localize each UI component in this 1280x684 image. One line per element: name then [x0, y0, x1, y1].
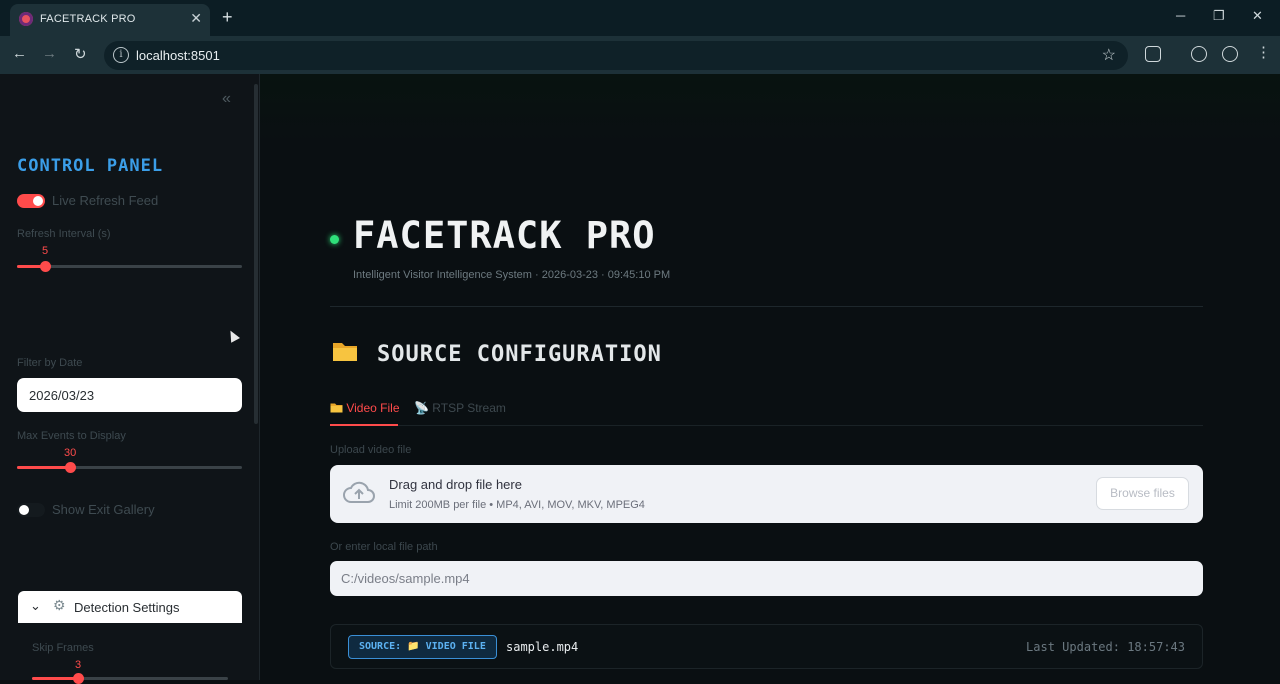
refresh-interval-thumb[interactable] — [40, 261, 51, 272]
filter-date-value[interactable]: 2026/03/23 — [29, 388, 94, 403]
cloud-upload-icon — [343, 481, 375, 503]
browser-tab-bar: FACETRACK PRO ✕ + ─ ❐ ✕ — [0, 0, 1280, 36]
section-title: SOURCE CONFIGURATION — [377, 342, 662, 367]
extension-icon[interactable] — [1191, 46, 1207, 62]
reload-icon[interactable]: ↻ — [74, 45, 87, 63]
forward-arrow-icon[interactable]: → — [42, 45, 57, 62]
detection-settings-expander[interactable]: ⌄ ⚙ Detection Settings — [18, 591, 242, 623]
satellite-icon: 📡 — [414, 401, 429, 415]
header-divider — [330, 306, 1203, 307]
refresh-interval-value: 5 — [42, 245, 49, 257]
skip-frames-value: 3 — [75, 659, 82, 671]
dropzone-title: Drag and drop file here — [389, 477, 522, 492]
browser-toolbar: ← → ↻ i localhost:8501 ☆ ⋮ — [0, 36, 1280, 74]
filter-date-input[interactable]: 2026/03/23 — [17, 378, 242, 412]
tab-close-icon[interactable]: ✕ — [190, 10, 202, 27]
tab-rtsp-stream[interactable]: 📡 RTSP Stream — [414, 401, 506, 415]
file-path-input[interactable]: C:/videos/sample.mp4 — [330, 561, 1203, 596]
refresh-interval-label: Refresh Interval (s) — [17, 228, 111, 240]
profile-icon[interactable] — [1222, 46, 1238, 62]
tab-title: FACETRACK PRO — [40, 13, 136, 25]
tabs-underline — [330, 425, 1203, 426]
upload-label: Upload video file — [330, 444, 412, 456]
browse-files-button[interactable]: Browse files — [1096, 477, 1189, 510]
exit-gallery-toggle[interactable] — [17, 503, 45, 517]
source-filename: sample.mp4 — [506, 640, 579, 654]
browser-menu-icon[interactable]: ⋮ — [1256, 43, 1271, 61]
skip-frames-label: Skip Frames — [32, 642, 94, 654]
app-favicon-icon — [19, 12, 33, 26]
window-close-button[interactable]: ✕ — [1252, 8, 1263, 24]
back-arrow-icon[interactable]: ← — [12, 45, 27, 62]
live-refresh-toggle[interactable] — [17, 194, 45, 208]
window-maximize-button[interactable]: ❐ — [1213, 8, 1225, 24]
exit-gallery-label: Show Exit Gallery — [52, 502, 155, 517]
skip-frames-thumb[interactable] — [73, 673, 84, 684]
folder-icon — [333, 343, 357, 361]
file-path-value[interactable]: C:/videos/sample.mp4 — [341, 571, 470, 586]
sidebar: « CONTROL PANEL Live Refresh Feed Refres… — [0, 74, 260, 684]
page-subtitle: Intelligent Visitor Intelligence System … — [353, 269, 671, 281]
refresh-interval-slider[interactable] — [17, 261, 242, 272]
path-label: Or enter local file path — [330, 541, 438, 553]
filter-date-label: Filter by Date — [17, 357, 83, 369]
chevron-down-icon: ⌄ — [30, 598, 41, 613]
tab-rtsp-stream-label: RTSP Stream — [432, 401, 506, 415]
screen-search-icon[interactable] — [1145, 46, 1161, 62]
file-dropzone[interactable]: Drag and drop file here Limit 200MB per … — [330, 465, 1203, 523]
control-panel-title: CONTROL PANEL — [17, 156, 164, 176]
folder-icon — [330, 403, 343, 413]
main-content: FACETRACK PRO Intelligent Visitor Intell… — [260, 74, 1280, 680]
detection-settings-label: Detection Settings — [74, 600, 180, 615]
tab-video-file-label: Video File — [346, 401, 400, 415]
live-status-dot — [330, 235, 339, 244]
url-text[interactable]: localhost:8501 — [136, 48, 220, 63]
max-events-value: 30 — [64, 447, 77, 459]
source-status-bar: SOURCE: 📁 VIDEO FILE sample.mp4 Last Upd… — [330, 624, 1203, 669]
source-badge: SOURCE: 📁 VIDEO FILE — [348, 635, 497, 659]
address-bar[interactable]: i localhost:8501 ☆ — [104, 41, 1128, 70]
max-events-slider[interactable] — [17, 462, 242, 473]
last-updated-text: Last Updated: 18:57:43 — [1026, 640, 1185, 654]
sidebar-scrollbar[interactable] — [254, 84, 258, 424]
collapse-sidebar-icon[interactable]: « — [222, 90, 231, 108]
header-glow — [260, 74, 1280, 144]
max-events-label: Max Events to Display — [17, 430, 126, 442]
site-info-icon[interactable]: i — [113, 47, 129, 63]
page-title: FACETRACK PRO — [353, 214, 656, 257]
dropzone-limits: Limit 200MB per file • MP4, AVI, MOV, MK… — [389, 499, 645, 511]
bookmark-star-icon[interactable]: ☆ — [1102, 45, 1116, 65]
live-refresh-label: Live Refresh Feed — [52, 193, 159, 208]
new-tab-button[interactable]: + — [222, 7, 233, 28]
tab-video-file[interactable]: Video File — [330, 401, 400, 415]
gear-icon: ⚙ — [53, 597, 66, 613]
window-minimize-button[interactable]: ─ — [1176, 8, 1185, 23]
browser-tab[interactable]: FACETRACK PRO ✕ — [10, 4, 210, 36]
max-events-thumb[interactable] — [65, 462, 76, 473]
active-tab-indicator — [330, 424, 398, 426]
